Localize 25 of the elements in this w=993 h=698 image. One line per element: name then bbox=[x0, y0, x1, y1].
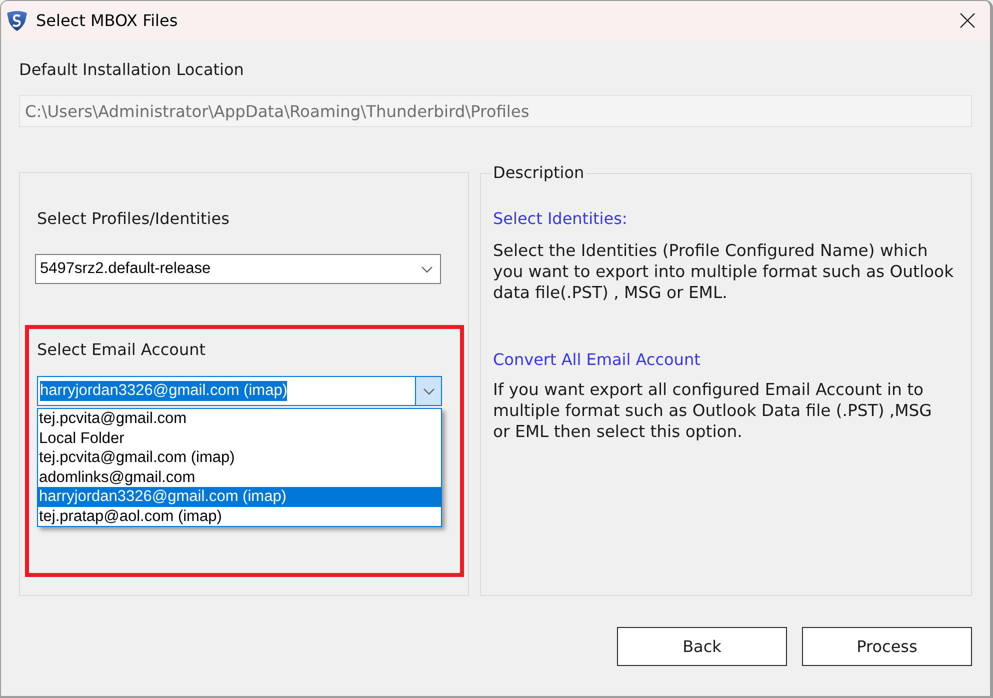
dropdown-option[interactable]: tej.pratap@aol.com (imap) bbox=[38, 506, 441, 526]
group-title: Description bbox=[492, 163, 586, 183]
process-button[interactable]: Process bbox=[802, 627, 972, 666]
dropdown-option[interactable]: tej.pcvita@gmail.com (imap) bbox=[38, 448, 441, 468]
location-label: Default Installation Location bbox=[19, 60, 245, 80]
chevron-down-icon bbox=[422, 388, 434, 394]
description-text: If you want export all configured Email Account in to multiple format such as Outlook Data file (.PST) ,MSG or EML then select this option. bbox=[493, 379, 933, 442]
description-text: Select the Identities (Profile Configured Name) which you want to export into multiple format such as Outlook data file(.PST) , MSG or EML. bbox=[493, 240, 955, 303]
dropdown-button[interactable] bbox=[415, 377, 441, 405]
description-heading: Convert All Email Account bbox=[493, 350, 702, 370]
profile-label: Select Profiles/Identities bbox=[37, 209, 230, 229]
dropdown-option[interactable]: adomlinks@gmail.com bbox=[38, 468, 441, 487]
selected-text: harryjordan3326@gmail.com (imap) bbox=[40, 381, 288, 401]
dropdown-option[interactable]: Local Folder bbox=[38, 428, 441, 448]
dropdown-option[interactable]: harryjordan3326@gmail.com (imap) bbox=[38, 487, 441, 506]
email-dropdown[interactable]: harryjordan3326@gmail.com (imap) bbox=[37, 376, 442, 406]
back-button[interactable]: Back bbox=[617, 627, 787, 666]
shield-logo-icon bbox=[6, 10, 28, 32]
window-title: Select MBOX Files bbox=[36, 10, 178, 30]
close-icon bbox=[960, 13, 974, 28]
email-label: Select Email Account bbox=[37, 340, 207, 360]
dropdown-option[interactable]: tej.pcvita@gmail.com bbox=[38, 409, 441, 428]
chevron-down-icon bbox=[421, 266, 433, 272]
description-heading: Select Identities: bbox=[493, 209, 628, 229]
profile-dropdown[interactable]: 5497srz2.default-release bbox=[35, 254, 441, 284]
